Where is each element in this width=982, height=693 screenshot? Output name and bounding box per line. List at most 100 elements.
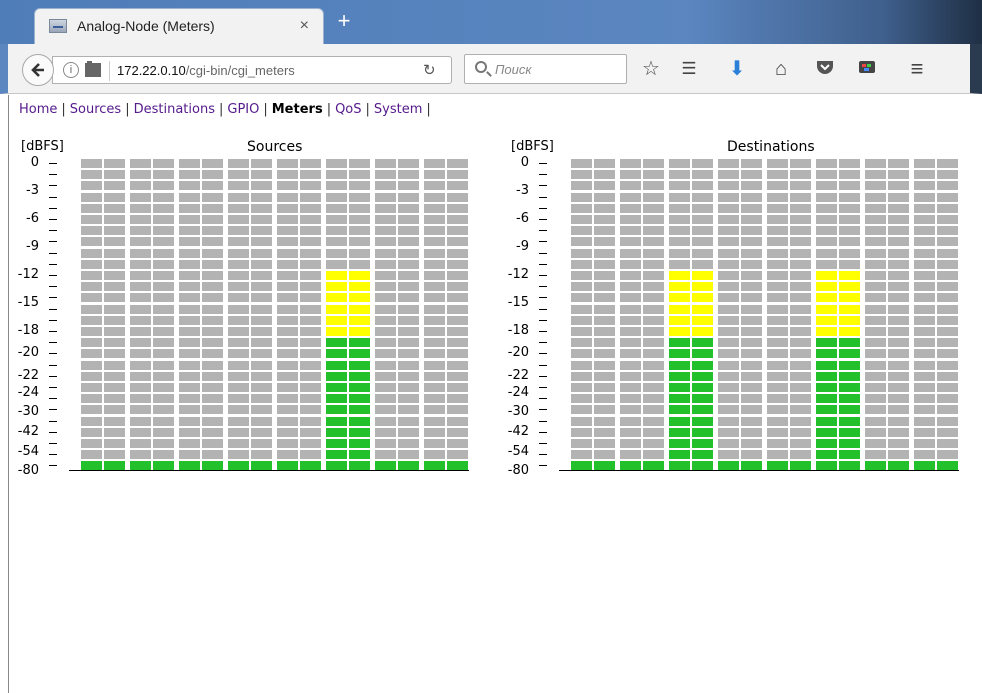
meter-segment bbox=[81, 271, 102, 280]
level-meter bbox=[349, 159, 370, 473]
meter-segment bbox=[816, 349, 837, 359]
meter-segment bbox=[424, 349, 445, 359]
meter-segment bbox=[300, 439, 321, 448]
meter-segment bbox=[349, 371, 370, 381]
meter-segment bbox=[692, 170, 713, 180]
back-button[interactable] bbox=[22, 54, 54, 86]
meter-segment bbox=[228, 259, 249, 269]
meter-segment bbox=[643, 259, 664, 269]
url-text[interactable]: 172.22.0.10/cgi-bin/cgi_meters bbox=[117, 63, 295, 78]
meter-segment bbox=[398, 159, 419, 168]
meter-segment bbox=[594, 360, 615, 370]
nav-link-gpio[interactable]: GPIO bbox=[227, 102, 259, 117]
meter-segment bbox=[300, 271, 321, 280]
meter-segment bbox=[914, 338, 935, 348]
meter-segment bbox=[790, 349, 811, 359]
meter-segment bbox=[839, 427, 860, 437]
meter-segment bbox=[228, 170, 249, 180]
extension-icon[interactable] bbox=[854, 56, 880, 82]
meter-segment bbox=[424, 327, 445, 336]
meter-segment bbox=[571, 282, 592, 292]
meter-segment bbox=[718, 427, 739, 437]
meter-segment bbox=[643, 271, 664, 280]
level-meter bbox=[865, 159, 886, 473]
meter-segment bbox=[692, 383, 713, 392]
site-info-icon[interactable]: i bbox=[63, 62, 79, 78]
meter-segment bbox=[790, 181, 811, 191]
nav-link-home[interactable]: Home bbox=[19, 102, 57, 117]
meter-segment bbox=[741, 237, 762, 247]
meter-segment bbox=[251, 416, 272, 426]
meter-segment bbox=[767, 383, 788, 392]
nav-link-destinations[interactable]: Destinations bbox=[134, 102, 215, 117]
home-icon[interactable]: ⌂ bbox=[768, 56, 794, 82]
menu-icon[interactable]: ≡ bbox=[904, 56, 930, 82]
meter-segment bbox=[81, 181, 102, 191]
meter-segment bbox=[349, 304, 370, 314]
scale-tick bbox=[539, 275, 547, 276]
meter-segment bbox=[620, 450, 641, 460]
meter-segment bbox=[153, 271, 174, 280]
meter-segment bbox=[228, 383, 249, 392]
meter-segment bbox=[816, 383, 837, 392]
meter-segment bbox=[277, 304, 298, 314]
browser-tab[interactable]: Analog-Node (Meters) × bbox=[34, 8, 324, 44]
meter-segment bbox=[888, 237, 909, 247]
meter-segment bbox=[104, 315, 125, 325]
address-bar[interactable]: i 172.22.0.10/cgi-bin/cgi_meters ↻ bbox=[52, 56, 452, 84]
nav-link-sources[interactable]: Sources bbox=[70, 102, 121, 117]
meter-segment bbox=[692, 405, 713, 415]
meter-segment bbox=[937, 259, 958, 269]
meter-segment bbox=[643, 427, 664, 437]
close-tab-icon[interactable]: × bbox=[300, 17, 309, 35]
meter-segment bbox=[104, 248, 125, 258]
level-meter bbox=[81, 159, 102, 473]
meter-segment bbox=[349, 427, 370, 437]
meter-segment bbox=[643, 371, 664, 381]
scale-tick bbox=[49, 353, 57, 355]
level-meter bbox=[571, 159, 592, 473]
download-icon[interactable]: ⬇ bbox=[724, 56, 750, 82]
new-tab-button[interactable]: + bbox=[332, 10, 356, 34]
meter-segment bbox=[937, 405, 958, 415]
meter-segment bbox=[767, 405, 788, 415]
nav-link-qos[interactable]: QoS bbox=[335, 102, 361, 117]
page-info-icon[interactable] bbox=[85, 61, 101, 77]
meter-segment bbox=[571, 181, 592, 191]
meter-segment bbox=[865, 371, 886, 381]
scale-tick bbox=[49, 465, 57, 467]
scale-label: -22 bbox=[507, 367, 529, 383]
meter-segment bbox=[839, 192, 860, 202]
meter-segment bbox=[741, 371, 762, 381]
scale-label: -20 bbox=[17, 345, 39, 361]
search-box[interactable]: Поиск bbox=[464, 54, 627, 84]
meter-segment bbox=[571, 360, 592, 370]
meter-segment bbox=[914, 259, 935, 269]
meter-segment bbox=[790, 394, 811, 404]
meter-segment bbox=[130, 282, 151, 292]
meter-segment bbox=[718, 349, 739, 359]
meter-segment bbox=[228, 405, 249, 415]
level-meter bbox=[228, 159, 249, 473]
meter-segment bbox=[153, 394, 174, 404]
meter-segment bbox=[300, 215, 321, 224]
meter-segment bbox=[104, 181, 125, 191]
reload-icon[interactable]: ↻ bbox=[423, 61, 436, 79]
meter-segment bbox=[300, 170, 321, 180]
scale-tick bbox=[539, 230, 547, 232]
meter-segment bbox=[718, 282, 739, 292]
dbfs-scale: 0 -3 -6 -9 -12 -15 -18 -20 -22 -24 -30 -42 -54 -80 bbox=[499, 156, 563, 488]
meter-segment bbox=[816, 237, 837, 247]
meter-segment bbox=[937, 237, 958, 247]
meter-segment bbox=[571, 427, 592, 437]
nav-link-meters[interactable]: Meters bbox=[272, 102, 323, 117]
pocket-icon[interactable] bbox=[812, 56, 838, 82]
meter-segment bbox=[669, 327, 690, 336]
bookmark-star-icon[interactable]: ☆ bbox=[638, 56, 664, 82]
meter-segment bbox=[767, 293, 788, 303]
bookmarks-list-icon[interactable]: ☰ bbox=[676, 56, 702, 82]
meter-segment bbox=[937, 226, 958, 236]
meter-segment bbox=[228, 192, 249, 202]
meter-segment bbox=[790, 416, 811, 426]
nav-link-system[interactable]: System bbox=[374, 102, 422, 117]
